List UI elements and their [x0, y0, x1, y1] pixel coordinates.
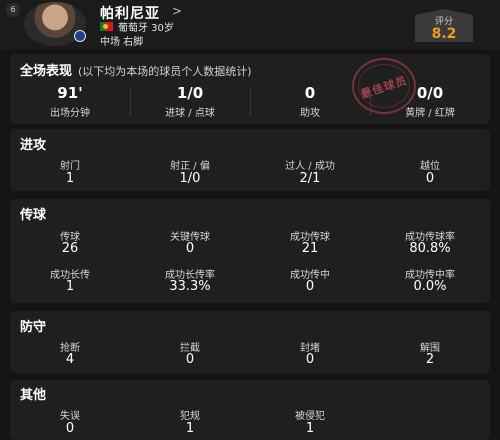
stat-value: 80.8% [409, 241, 451, 256]
attack-card: 进攻 射门 射正 / 偏 过人 / 成功 越位 1 1/0 2/1 0 [10, 129, 490, 191]
summary-stat-value: 0 [304, 84, 316, 102]
stat-value: 0 [425, 171, 435, 186]
stat-value: 21 [301, 241, 319, 256]
stat-value: 4 [65, 352, 75, 367]
chevron-right-icon[interactable]: > [172, 4, 182, 18]
defense-title: 防守 [20, 320, 47, 335]
stat-value: 1 [185, 421, 195, 436]
stat-value: 0 [65, 421, 75, 436]
summary-title-text: 全场表现 [20, 64, 73, 79]
defense-card: 防守 抢断 拦截 封堵 解围 4 0 0 2 [10, 311, 490, 373]
rating-badge: 评分 8.2 [415, 9, 473, 42]
summary-stat-label: 进球 / 点球 [165, 108, 215, 119]
passing-card: 传球 传球 关键传球 成功传球 成功传球率 26 0 21 80.8% 成功长传… [10, 199, 490, 303]
stat-label: 犯规 [180, 411, 200, 422]
summary-stat-value: 0/0 [416, 84, 444, 102]
stat-label: 过人 / 成功 [285, 161, 335, 172]
stat-value: 2/1 [299, 171, 321, 186]
attack-title: 进攻 [20, 138, 47, 153]
stat-value: 0.0% [413, 279, 447, 294]
summary-stat-minutes: 91' 出场分钟 [10, 84, 130, 119]
stat-value: 1/0 [179, 171, 201, 186]
summary-stats: 91' 出场分钟 1/0 进球 / 点球 0 助攻 0/0 黄牌 / 红牌 [10, 84, 490, 120]
stat-value: 1 [305, 421, 315, 436]
summary-card: 全场表现 (以下均为本场的球员个人数据统计) 最佳球员 91' 出场分钟 1/0 … [10, 54, 490, 124]
summary-stat-label: 黄牌 / 红牌 [405, 108, 455, 119]
summary-stat-label: 助攻 [300, 108, 320, 119]
stat-label: 射门 [60, 161, 80, 172]
stat-value: 1 [65, 171, 75, 186]
stat-value: 1 [65, 279, 75, 294]
stat-value: 2 [425, 352, 435, 367]
stat-label: 被侵犯 [295, 411, 325, 422]
stat-value: 0 [305, 352, 315, 367]
stat-value: 0 [185, 352, 195, 367]
summary-stat-value: 1/0 [176, 84, 204, 102]
portugal-flag-icon [100, 22, 113, 31]
other-title: 其他 [20, 388, 47, 403]
stat-label: 失误 [60, 411, 80, 422]
summary-stat-cards: 0/0 黄牌 / 红牌 [370, 84, 490, 119]
jersey-number-badge: 6 [6, 3, 20, 17]
summary-stat-value: 91' [57, 84, 83, 102]
other-card: 其他 失误 犯规 被侵犯 0 1 1 [10, 380, 490, 440]
club-badge-icon [74, 30, 86, 42]
stat-label: 越位 [420, 161, 440, 172]
passing-title: 传球 [20, 208, 47, 223]
player-header: 6 帕利尼亚 > 葡萄牙 30岁 中场 右脚 评分 8.2 [0, 0, 500, 50]
summary-subtitle: (以下均为本场的球员个人数据统计) [78, 65, 252, 78]
stat-value: 33.3% [169, 279, 211, 294]
player-nationality-age: 葡萄牙 30岁 [118, 23, 174, 34]
stat-value: 26 [61, 241, 79, 256]
summary-title: 全场表现 (以下均为本场的球员个人数据统计) [20, 60, 252, 79]
summary-stat-goals: 1/0 进球 / 点球 [130, 84, 250, 119]
summary-stat-label: 出场分钟 [50, 108, 90, 119]
stat-label: 射正 / 偏 [170, 161, 210, 172]
player-position-foot: 中场 右脚 [100, 37, 144, 48]
stat-value: 0 [305, 279, 315, 294]
stat-value: 0 [185, 241, 195, 256]
rating-value: 8.2 [431, 26, 457, 42]
summary-stat-assists: 0 助攻 [250, 84, 370, 119]
